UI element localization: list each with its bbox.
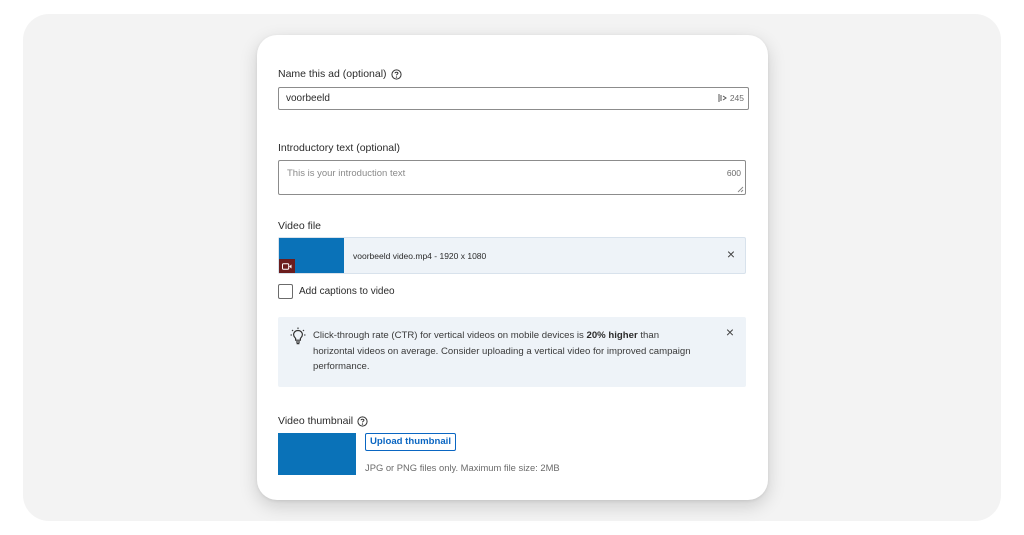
resize-handle-icon[interactable] (737, 186, 744, 193)
help-icon[interactable] (357, 415, 368, 427)
upload-thumbnail-hint: JPG or PNG files only. Maximum file size… (365, 462, 560, 473)
close-icon[interactable]: × (727, 247, 735, 261)
ad-name-counter: 245 (718, 93, 744, 103)
upload-thumbnail-button[interactable]: Upload thumbnail (365, 433, 457, 451)
video-file-label: Video file (278, 220, 322, 232)
video-thumbnail-label: Video thumbnail (278, 415, 354, 427)
ad-form-card: Name this ad (optional) voorbeeld 245 In… (257, 35, 768, 500)
close-icon[interactable]: × (726, 325, 734, 339)
intro-text-placeholder: This is your introduction text (287, 168, 406, 179)
name-ad-label: Name this ad (optional) (278, 68, 387, 80)
captions-label: Add captions to video (299, 286, 395, 297)
intro-text-char-count: 600 (726, 168, 741, 178)
video-thumbnail-label-row: Video thumbnail (278, 415, 368, 427)
text-direction-icon (718, 94, 727, 102)
name-ad-label-row: Name this ad (optional) (278, 68, 402, 80)
intro-text-label: Introductory text (optional) (278, 142, 400, 154)
thumbnail-preview (278, 433, 356, 475)
video-camera-icon (282, 262, 292, 270)
intro-text-label-row: Introductory text (optional) (278, 142, 400, 154)
help-icon[interactable] (390, 68, 402, 80)
video-file-name: voorbeeld video.mp4 - 1920 x 1080 (353, 251, 487, 261)
captions-checkbox[interactable] (278, 284, 293, 299)
ad-name-char-count: 245 (729, 93, 744, 103)
ad-name-value: voorbeeld (286, 93, 330, 104)
intro-text-textarea[interactable]: This is your introduction text 600 (278, 160, 746, 195)
tip-message: Click-through rate (CTR) for vertical vi… (313, 328, 693, 375)
video-camera-badge (279, 259, 295, 273)
video-file-label-row: Video file (278, 220, 321, 232)
captions-option[interactable]: Add captions to video (278, 284, 395, 299)
lightbulb-icon (290, 327, 306, 345)
vertical-video-tip: Click-through rate (CTR) for vertical vi… (278, 317, 746, 387)
tip-text-start: Click-through rate (CTR) for vertical vi… (313, 330, 587, 341)
tip-text-highlight: 20% higher (586, 330, 638, 341)
video-file-item: voorbeeld video.mp4 - 1920 x 1080 × (278, 237, 746, 274)
ad-name-input[interactable]: voorbeeld 245 (278, 87, 749, 110)
